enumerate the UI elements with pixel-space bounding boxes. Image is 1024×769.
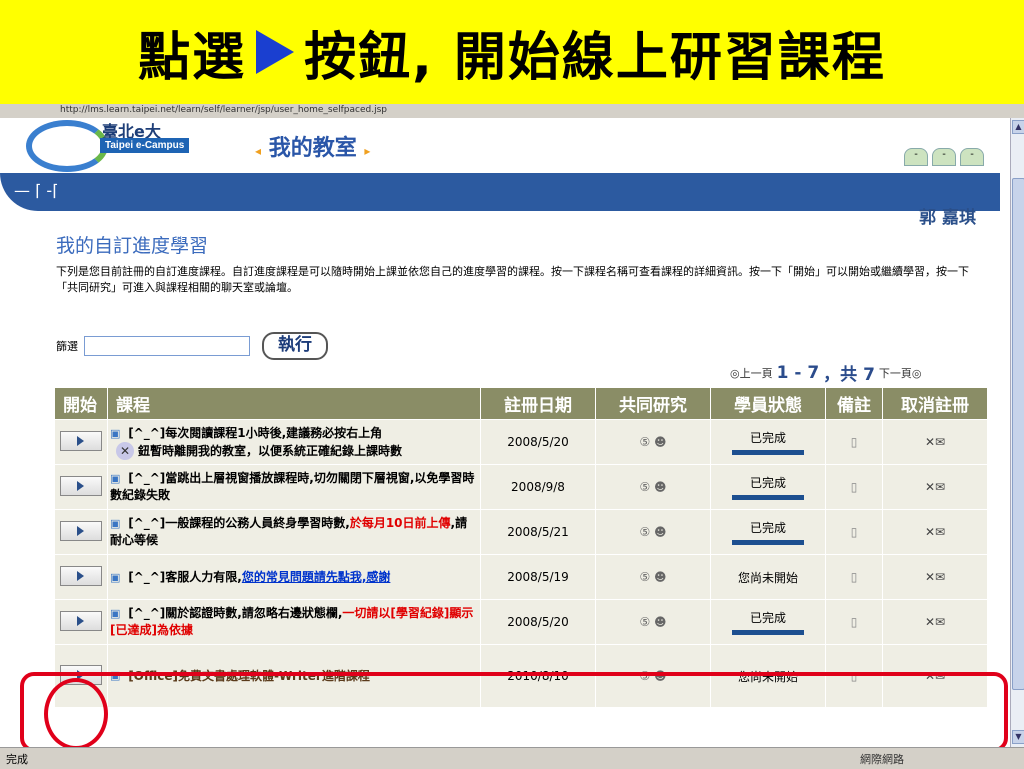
page-content: 臺北e大 Taipei e-Campus ◂ 我的教室 ▸ - - - — ⌈ … (0, 118, 1010, 747)
register-date: 2008/5/21 (480, 509, 596, 555)
header-status: 學員狀態 (710, 387, 826, 420)
cancel-register-icon[interactable]: ✕✉ (882, 509, 988, 555)
table-row: ▣ [^_^]當跳出上層視窗播放課程時,切勿關閉下層視窗,以免學習時數紀錄失敗 … (54, 464, 988, 510)
cancel-register-icon[interactable]: ✕✉ (882, 419, 988, 465)
user-name: 郭 嘉琪 (919, 208, 976, 228)
progress-bar (732, 495, 804, 500)
cancel-register-icon[interactable]: ✕✉ (882, 599, 988, 645)
page-title: 我的自訂進度學習 (56, 235, 209, 257)
table-row: ▣ [^_^]客服人力有限,您的常見問題請先點我,感謝 2008/5/19 ⑤ … (54, 554, 988, 600)
discuss-icon[interactable]: ⑤ ☻ (595, 419, 711, 465)
banner-text-before: 點選 (138, 27, 247, 88)
window-controls: - - - (904, 148, 984, 166)
header-date: 註冊日期 (480, 387, 596, 420)
status-zone: 網際網路 (860, 753, 904, 766)
discuss-icon[interactable]: ⑤ ☻ (595, 599, 711, 645)
status-cell: 已完成 (710, 419, 826, 465)
header-collab: 共同研究 (595, 387, 711, 420)
scroll-up-icon[interactable]: ▲ (1012, 120, 1024, 134)
cancel-register-icon[interactable]: ✕✉ (882, 464, 988, 510)
page-description: 下列是您目前註冊的自訂進度課程。自訂進度課程是可以隨時開始上課並依您自己的進度學… (56, 265, 969, 294)
filter-input[interactable] (84, 336, 250, 356)
vertical-scrollbar[interactable]: ▲ ▼ (1010, 118, 1024, 747)
register-date: 2008/5/20 (480, 599, 596, 645)
header-cancel: 取消註冊 (882, 387, 988, 420)
logo-badge: Taipei e-Campus (100, 138, 190, 153)
discuss-icon[interactable]: ⑤ ☻ (595, 464, 711, 510)
status-cell: 您尚未開始 (710, 554, 826, 600)
discuss-icon[interactable]: ⑤ ☻ (595, 554, 711, 600)
faq-link[interactable]: 您的常見問題請先點我,感謝 (242, 570, 391, 584)
course-name[interactable]: ▣ [^_^]當跳出上層視窗播放課程時,切勿關閉下層視窗,以免學習時數紀錄失敗 (107, 464, 481, 510)
register-date: 2008/9/8 (480, 464, 596, 510)
progress-bar (732, 630, 804, 635)
address-bar[interactable]: http://lms.learn.taipei.net/learn/self/l… (0, 104, 1024, 119)
course-icon: ▣ (110, 472, 121, 485)
status-cell: 已完成 (710, 599, 826, 645)
discuss-icon[interactable]: ⑤ ☻ (595, 509, 711, 555)
course-icon: ▣ (110, 426, 121, 440)
logo-swirl-icon (26, 120, 108, 172)
minimize-icon[interactable]: - (904, 148, 928, 166)
address-url[interactable]: http://lms.learn.taipei.net/learn/self/l… (60, 105, 387, 115)
slide-banner: 點選 按鈕, 開始線上研習課程 (0, 0, 1024, 104)
note-icon[interactable]: ▯ (825, 419, 883, 465)
highlight-box (20, 672, 1008, 752)
course-table: 開始 課程 註冊日期 共同研究 學員狀態 備註 取消註冊 ▣ [^_^]每次閱讀… (54, 387, 988, 708)
banner-text-after: 按鈕, 開始線上研習課程 (304, 27, 886, 88)
start-button[interactable] (60, 475, 102, 496)
pager: ◎上一頁 1 - 7 ，共 7 下一頁◎ (730, 360, 922, 386)
exit-x-icon: ✕ (116, 441, 134, 460)
prev-page-link[interactable]: ◎上一頁 (730, 365, 773, 381)
register-date: 2008/5/19 (480, 554, 596, 600)
status-done: 完成 (6, 753, 28, 766)
filter-bar: 篩選 執行 (56, 332, 328, 360)
status-cell: 已完成 (710, 464, 826, 510)
header-note: 備註 (825, 387, 883, 420)
register-date: 2008/5/20 (480, 419, 596, 465)
cancel-register-icon[interactable]: ✕✉ (882, 554, 988, 600)
status-cell: 已完成 (710, 509, 826, 555)
progress-bar (732, 540, 804, 545)
close-icon[interactable]: - (960, 148, 984, 166)
note-icon[interactable]: ▯ (825, 554, 883, 600)
nav-menu-icon[interactable]: — ⌈ -⌈ (14, 181, 58, 200)
course-icon: ▣ (110, 607, 121, 620)
course-icon: ▣ (110, 517, 121, 530)
play-triangle-icon (256, 30, 295, 74)
room-title: ◂ 我的教室 ▸ (255, 136, 371, 161)
execute-button[interactable]: 執行 (262, 332, 328, 360)
note-icon[interactable]: ▯ (825, 464, 883, 510)
table-header-row: 開始 課程 註冊日期 共同研究 學員狀態 備註 取消註冊 (54, 387, 988, 420)
pager-total: ，共 7 (823, 365, 875, 385)
start-button[interactable] (60, 520, 102, 541)
note-icon[interactable]: ▯ (825, 599, 883, 645)
start-button[interactable] (60, 610, 102, 631)
course-name[interactable]: ▣ [^_^]一般課程的公務人員終身學習時數,於每月10日前上傳,請耐心等候 (107, 509, 481, 555)
next-page-link[interactable]: 下一頁◎ (879, 365, 922, 381)
course-name[interactable]: ▣ [^_^]關於認證時數,請忽略右邊狀態欄,一切請以[學習紀錄]顯示[已達成]… (107, 599, 481, 645)
start-button[interactable] (60, 430, 102, 451)
table-row: ▣ [^_^]每次閱讀課程1小時後,建議務必按右上角 ✕ 鈕暫時離開我的教室，以便… (54, 419, 988, 465)
header-course: 課程 (107, 387, 481, 420)
pager-range: 1 - 7 (776, 362, 820, 383)
filter-label: 篩選 (56, 340, 78, 353)
table-row: ▣ [^_^]關於認證時數,請忽略右邊狀態欄,一切請以[學習紀錄]顯示[已達成]… (54, 599, 988, 645)
note-icon[interactable]: ▯ (825, 509, 883, 555)
course-name[interactable]: ▣ [^_^]每次閱讀課程1小時後,建議務必按右上角 ✕ 鈕暫時離開我的教室，以便… (107, 419, 481, 465)
course-name[interactable]: ▣ [^_^]客服人力有限,您的常見問題請先點我,感謝 (107, 554, 481, 600)
scroll-down-icon[interactable]: ▼ (1012, 730, 1024, 744)
table-row: ▣ [^_^]一般課程的公務人員終身學習時數,於每月10日前上傳,請耐心等候 2… (54, 509, 988, 555)
status-bar: 完成 網際網路 (0, 747, 1024, 769)
header-start: 開始 (54, 387, 108, 420)
course-icon: ▣ (110, 570, 121, 584)
restore-icon[interactable]: - (932, 148, 956, 166)
nav-bar: — ⌈ -⌈ (0, 173, 1000, 211)
highlight-circle (44, 678, 108, 750)
progress-bar (732, 450, 804, 455)
scroll-thumb[interactable] (1012, 178, 1024, 690)
start-button[interactable] (60, 565, 102, 586)
